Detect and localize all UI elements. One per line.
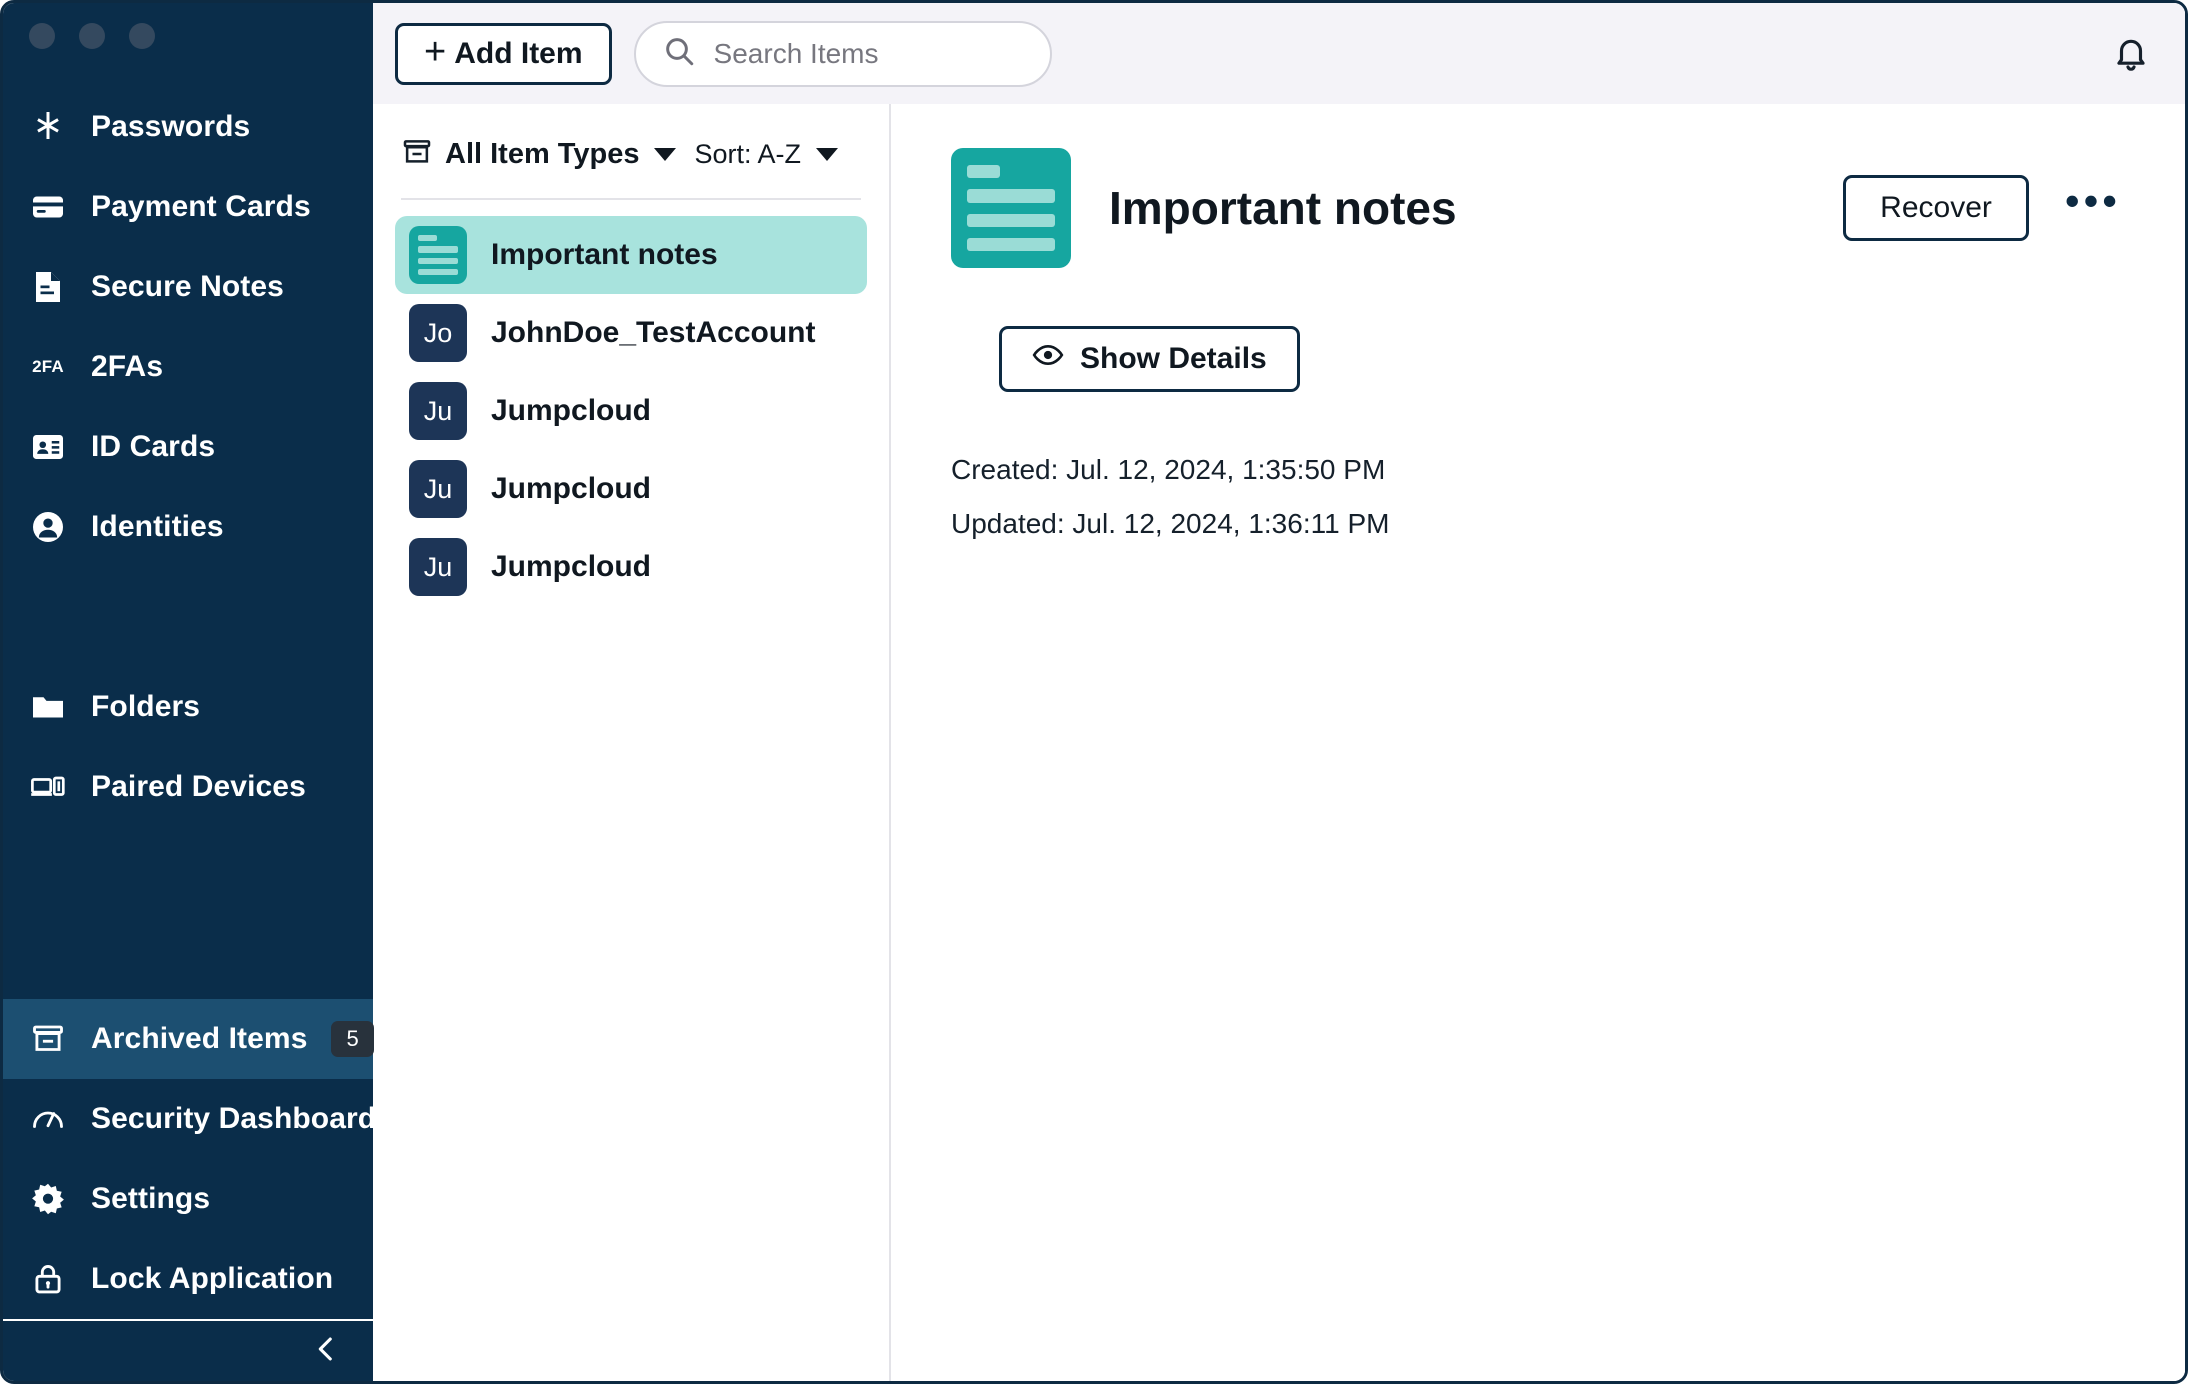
- top-toolbar: + Add Item: [373, 3, 2185, 104]
- sidebar-item-label: Paired Devices: [91, 770, 306, 803]
- plus-icon: +: [424, 30, 447, 73]
- detail-header: Important notes Recover •••: [951, 148, 2129, 268]
- list-item-label: Jumpcloud: [491, 394, 652, 427]
- avatar: Ju: [409, 460, 467, 518]
- item-list-panel: All Item Types Sort: A-Z Important notes…: [373, 104, 891, 1381]
- sidebar-item-security-dashboard[interactable]: Security Dashboard: [3, 1079, 377, 1159]
- list-item-label: JohnDoe_TestAccount: [491, 316, 816, 349]
- list-item[interactable]: Jo JohnDoe_TestAccount: [395, 294, 867, 372]
- updated-timestamp: Updated: Jul. 12, 2024, 1:36:11 PM: [951, 508, 1390, 539]
- sidebar-secondary-nav: Archived Items 5 Security Dashboard Sett…: [3, 999, 377, 1381]
- sidebar-primary-nav: Passwords Payment Cards Secure Notes 2FA…: [3, 65, 373, 827]
- item-detail-panel: Important notes Recover ••• Show Details: [891, 104, 2185, 1381]
- search-box[interactable]: [633, 20, 1052, 87]
- avatar: Jo: [409, 304, 467, 362]
- archived-items-count-badge: 5: [331, 1021, 374, 1057]
- sidebar-item-label: Folders: [91, 690, 201, 723]
- list-item[interactable]: Ju Jumpcloud: [395, 450, 867, 528]
- page-title: Important notes: [1109, 182, 1457, 234]
- sidebar-item-payment-cards[interactable]: Payment Cards: [3, 167, 373, 247]
- sidebar-footer: [3, 1319, 373, 1381]
- sidebar-item-label: Passwords: [91, 110, 251, 143]
- main-area: + Add Item Search Items All Item Types S…: [373, 3, 2185, 1381]
- item-type-filter-label: All Item Types: [445, 137, 640, 170]
- lock-icon: [29, 1260, 67, 1298]
- sidebar-item-label: ID Cards: [91, 430, 216, 463]
- sidebar-item-label: Security Dashboard: [91, 1102, 377, 1135]
- created-timestamp: Created: Jul. 12, 2024, 1:35:50 PM: [951, 454, 1386, 485]
- list-item-label: Important notes: [491, 238, 718, 271]
- sidebar-item-secure-notes[interactable]: Secure Notes: [3, 247, 373, 327]
- window-traffic-lights: [3, 3, 373, 65]
- list-item[interactable]: Ju Jumpcloud: [395, 372, 867, 450]
- search-input[interactable]: [713, 37, 1024, 70]
- sidebar-item-archived-items[interactable]: Archived Items 5: [3, 999, 374, 1079]
- sidebar-item-passwords[interactable]: Passwords: [3, 87, 373, 167]
- 2fa-icon: 2FA: [32, 357, 64, 376]
- sidebar: Passwords Payment Cards Secure Notes 2FA…: [3, 3, 377, 1381]
- content-row: All Item Types Sort: A-Z Important notes…: [373, 104, 2185, 1381]
- sidebar-item-folders[interactable]: Folders: [3, 667, 373, 747]
- search-icon: [662, 34, 696, 73]
- list-item[interactable]: Ju Jumpcloud: [395, 528, 867, 606]
- sidebar-item-label: Lock Application: [91, 1262, 334, 1295]
- bell-icon[interactable]: [2105, 28, 2157, 80]
- gear-icon: [29, 1180, 67, 1218]
- asterisk-icon: [29, 108, 67, 146]
- note-document-icon: [951, 148, 1071, 268]
- close-window-button[interactable]: [29, 23, 55, 49]
- id-card-icon: [29, 428, 67, 466]
- sidebar-item-label: Settings: [91, 1182, 211, 1215]
- archive-box-icon: [401, 136, 433, 173]
- sidebar-item-settings[interactable]: Settings: [3, 1159, 373, 1239]
- add-item-label: Add Item: [454, 36, 583, 70]
- zoom-window-button[interactable]: [129, 23, 155, 49]
- item-type-filter-dropdown[interactable]: All Item Types: [401, 136, 677, 173]
- sidebar-item-lock-application[interactable]: Lock Application: [3, 1239, 373, 1319]
- sidebar-item-paired-devices[interactable]: Paired Devices: [3, 747, 373, 827]
- chevron-left-icon[interactable]: [309, 1332, 343, 1371]
- note-document-icon: [409, 226, 467, 284]
- chevron-down-icon: [654, 147, 677, 161]
- minimize-window-button[interactable]: [79, 23, 105, 49]
- sidebar-item-label: Secure Notes: [91, 270, 284, 303]
- add-item-button[interactable]: + Add Item: [395, 22, 612, 85]
- note-document-icon: [29, 268, 67, 306]
- avatar: Ju: [409, 538, 467, 596]
- credit-card-icon: [29, 188, 67, 226]
- show-details-button[interactable]: Show Details: [999, 326, 1300, 392]
- sidebar-item-id-cards[interactable]: ID Cards: [3, 407, 373, 487]
- devices-icon: [29, 768, 67, 806]
- item-metadata: Created: Jul. 12, 2024, 1:35:50 PM Updat…: [951, 454, 2129, 540]
- person-circle-icon: [29, 508, 67, 546]
- avatar: Ju: [409, 382, 467, 440]
- sidebar-item-label: Payment Cards: [91, 190, 311, 223]
- archive-box-icon: [29, 1020, 67, 1058]
- item-list: Important notes Jo JohnDoe_TestAccount J…: [373, 200, 889, 606]
- sidebar-item-label: Archived Items: [91, 1022, 308, 1055]
- list-item[interactable]: Important notes: [395, 216, 867, 294]
- detail-actions: Recover •••: [1843, 175, 2129, 241]
- chevron-down-icon: [816, 147, 838, 161]
- sort-label: Sort: A-Z: [694, 138, 801, 169]
- show-details-label: Show Details: [1080, 342, 1267, 375]
- list-item-label: Jumpcloud: [491, 550, 652, 583]
- app-window: Passwords Payment Cards Secure Notes 2FA…: [0, 0, 2188, 1384]
- folder-icon: [29, 688, 67, 726]
- more-options-icon[interactable]: •••: [2057, 179, 2129, 224]
- eye-icon: [1032, 339, 1064, 379]
- sidebar-item-2fas[interactable]: 2FA 2FAs: [3, 327, 373, 407]
- sidebar-item-label: 2FAs: [91, 350, 164, 383]
- sort-dropdown[interactable]: Sort: A-Z: [694, 139, 838, 170]
- recover-button[interactable]: Recover: [1843, 175, 2029, 241]
- sidebar-item-label: Identities: [91, 510, 224, 543]
- gauge-icon: [29, 1100, 67, 1138]
- list-item-label: Jumpcloud: [491, 472, 652, 505]
- list-toolbar: All Item Types Sort: A-Z: [373, 104, 889, 180]
- sidebar-item-identities[interactable]: Identities: [3, 487, 373, 567]
